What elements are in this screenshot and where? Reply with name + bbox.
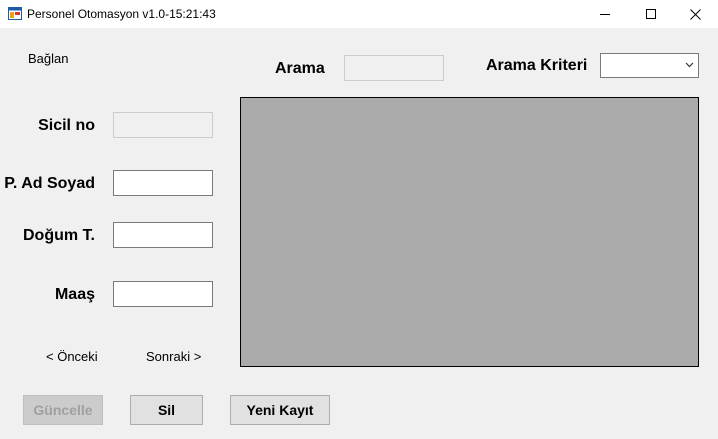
personnel-data-grid[interactable] <box>240 97 699 367</box>
minimize-button[interactable] <box>582 0 628 28</box>
sicil-label: Sicil no <box>38 117 95 134</box>
close-icon <box>689 8 701 20</box>
update-button[interactable]: Güncelle <box>23 395 103 425</box>
dogum-label: Doğum T. <box>23 227 95 244</box>
search-label: Arama <box>275 60 325 77</box>
app-form-icon <box>8 7 22 20</box>
window-title: Personel Otomasyon v1.0-15:21:43 <box>27 7 216 21</box>
dogum-input[interactable] <box>113 222 213 248</box>
minimize-icon <box>600 14 610 15</box>
maximize-button[interactable] <box>628 0 674 28</box>
next-record-link[interactable]: Sonraki > <box>146 349 201 364</box>
search-criteria-label: Arama Kriteri <box>486 57 588 74</box>
new-record-button[interactable]: Yeni Kayıt <box>230 395 330 425</box>
title-bar: Personel Otomasyon v1.0-15:21:43 <box>0 0 718 28</box>
delete-button[interactable]: Sil <box>130 395 203 425</box>
prev-record-link[interactable]: < Önceki <box>46 349 98 364</box>
maximize-icon <box>646 9 656 19</box>
sicil-input[interactable] <box>113 112 213 138</box>
maas-label: Maaş <box>54 286 95 303</box>
maas-input[interactable] <box>113 281 213 307</box>
adsoyad-label: P. Ad Soyad <box>4 175 95 192</box>
search-criteria-select[interactable] <box>600 53 699 78</box>
chevron-down-icon <box>685 62 694 68</box>
search-input[interactable] <box>344 55 444 81</box>
connect-link[interactable]: Bağlan <box>28 51 68 66</box>
adsoyad-input[interactable] <box>113 170 213 196</box>
close-button[interactable] <box>672 0 718 28</box>
